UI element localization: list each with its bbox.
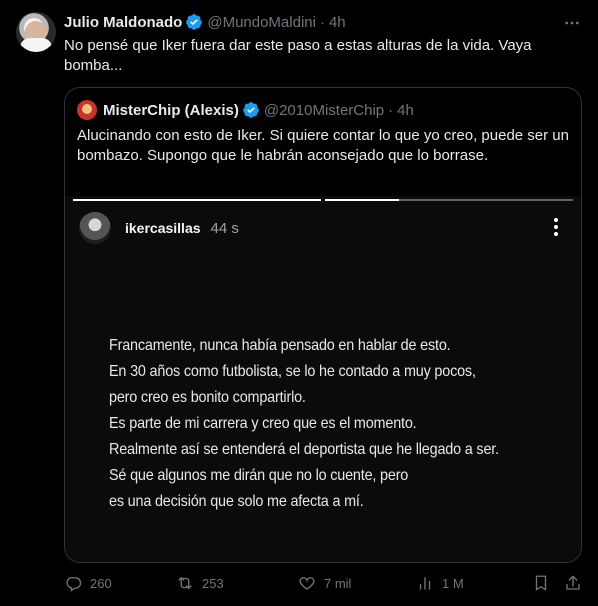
- story-more-vertical-icon: [553, 218, 559, 238]
- bookmark-button[interactable]: [532, 574, 550, 592]
- quote-author-avatar: [77, 100, 97, 120]
- tweet-time[interactable]: 4h: [329, 14, 346, 31]
- author-handle[interactable]: @MundoMaldini: [207, 14, 316, 31]
- tweet-text: No pensé que Iker fuera dar este paso a …: [64, 37, 532, 74]
- story-line: pero creo es bonito compartirlo.: [109, 389, 306, 406]
- quote-time: 4h: [397, 101, 414, 119]
- separator-dot: ·: [319, 13, 325, 31]
- more-horizontal-icon[interactable]: [562, 14, 582, 32]
- tweet-actions: 260 253 7 mil 1 M: [64, 572, 582, 594]
- repost-button[interactable]: 253: [176, 574, 224, 592]
- story-progress-fill: [325, 199, 400, 201]
- reply-button[interactable]: 260: [64, 574, 112, 592]
- story-line: En 30 años como futbolista, se lo he con…: [109, 363, 476, 380]
- quote-text: Alucinando con esto de Iker. Si quiere c…: [77, 127, 569, 164]
- quoted-tweet[interactable]: MisterChip (Alexis) @2010MisterChip · 4h…: [64, 87, 582, 563]
- story-line: es una decisión que solo me afecta a mí.: [109, 493, 364, 510]
- story-avatar: [79, 212, 111, 244]
- author-avatar[interactable]: [16, 12, 56, 52]
- story-username: ikercasillas: [125, 220, 201, 236]
- heart-icon: [299, 577, 315, 590]
- story-header: ikercasillas 44 s: [79, 212, 239, 244]
- story-line: Francamente, nunca había pensado en habl…: [109, 337, 451, 354]
- quote-author-handle: @2010MisterChip: [263, 101, 385, 119]
- views-chart-icon: [419, 577, 431, 590]
- bookmark-icon: [535, 575, 547, 591]
- repost-count: 253: [202, 575, 224, 591]
- quote-header: MisterChip (Alexis) @2010MisterChip · 4h: [77, 100, 414, 120]
- repost-icon: [178, 577, 192, 589]
- story-line: Realmente así se entenderá el deportista…: [109, 441, 499, 458]
- verified-badge-icon: [186, 14, 203, 30]
- reply-icon: [66, 577, 82, 592]
- tweet-header: Julio Maldonado @MundoMaldini · 4h: [64, 12, 346, 32]
- story-image[interactable]: ikercasillas 44 s Francamente, nunca hab…: [65, 196, 581, 562]
- reply-count: 260: [90, 575, 112, 591]
- story-progress-bar: [325, 199, 573, 201]
- avatar-shirt: [20, 38, 52, 52]
- author-name[interactable]: Julio Maldonado: [64, 14, 182, 31]
- share-button[interactable]: [564, 574, 582, 592]
- quote-author-name: MisterChip (Alexis): [103, 101, 239, 119]
- story-text: Francamente, nunca había pensado en habl…: [109, 333, 569, 515]
- like-count: 7 mil: [324, 575, 352, 591]
- story-progress-bar: [73, 199, 321, 201]
- story-line: Sé que algunos me dirán que no lo cuente…: [109, 467, 409, 484]
- verified-badge-icon: [242, 102, 259, 118]
- views-count: 1 M: [442, 575, 464, 591]
- share-icon: [566, 575, 580, 590]
- story-progress-bars: [73, 199, 573, 201]
- story-time: 44 s: [210, 219, 239, 237]
- separator-dot: ·: [388, 101, 394, 119]
- views-button[interactable]: 1 M: [416, 574, 464, 592]
- like-button[interactable]: 7 mil: [298, 574, 351, 592]
- story-line: Es parte de mi carrera y creo que es el …: [109, 415, 417, 432]
